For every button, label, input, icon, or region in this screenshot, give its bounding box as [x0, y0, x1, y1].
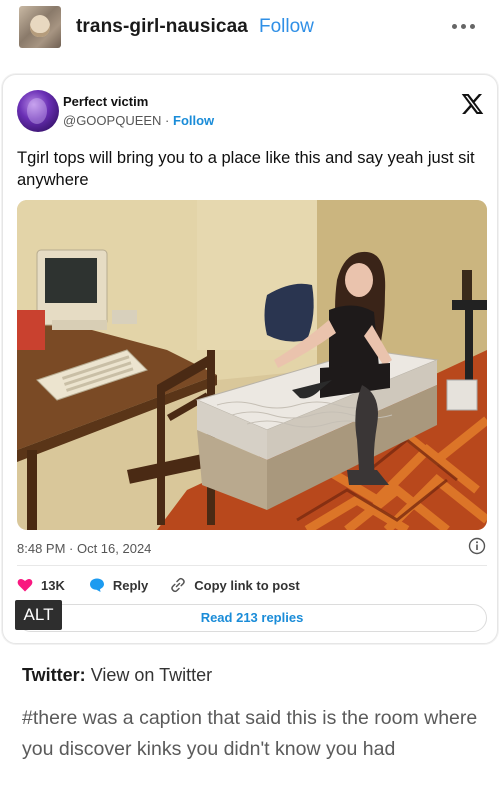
- like-button[interactable]: 13K: [17, 578, 89, 593]
- copy-link-label: Copy link to post: [194, 577, 300, 593]
- embed-source-line: Twitter: View on Twitter: [22, 665, 212, 686]
- tweet-actions: 13K Reply Copy link to post: [17, 575, 300, 595]
- tweet-timestamp[interactable]: 8:48 PM · Oct 16, 2024: [17, 541, 151, 556]
- view-on-twitter-link[interactable]: View on Twitter: [91, 665, 212, 685]
- heart-icon: [17, 578, 33, 592]
- alt-text-badge[interactable]: ALT: [15, 600, 62, 630]
- source-label: Twitter:: [22, 665, 86, 685]
- info-icon[interactable]: [468, 537, 486, 555]
- tweet-handle[interactable]: @GOOPQUEEN: [63, 113, 161, 128]
- post-header: trans-girl-nausicaa Follow: [0, 0, 500, 60]
- link-icon: [171, 577, 186, 593]
- tweet-photo[interactable]: [17, 200, 487, 530]
- read-replies-button[interactable]: Read 213 replies: [17, 604, 487, 632]
- tweet-handle-line: @GOOPQUEEN · Follow: [63, 113, 214, 128]
- post-tag[interactable]: #there was a caption that said this is t…: [22, 703, 478, 765]
- follow-blog-button[interactable]: Follow: [259, 16, 314, 38]
- embedded-tweet-card: Perfect victim @GOOPQUEEN · Follow Tgirl…: [2, 74, 498, 644]
- tweet-text: Tgirl tops will bring you to a place lik…: [17, 149, 475, 189]
- tweet-photo-illustration: [17, 200, 487, 530]
- tweet-follow-button[interactable]: Follow: [173, 113, 214, 128]
- handle-separator: ·: [161, 113, 173, 128]
- x-logo-icon[interactable]: [460, 92, 484, 116]
- blog-avatar[interactable]: [19, 6, 61, 48]
- tweet-divider: [17, 565, 487, 566]
- more-horizontal-icon[interactable]: [452, 18, 482, 34]
- reply-label: Reply: [112, 577, 149, 593]
- tweet-author-avatar[interactable]: [17, 90, 59, 132]
- like-count: 13K: [41, 577, 65, 593]
- reply-button[interactable]: Reply: [89, 577, 170, 593]
- blog-name[interactable]: trans-girl-nausicaa: [76, 16, 248, 38]
- tweet-display-name[interactable]: Perfect victim: [63, 94, 148, 109]
- reply-bubble-icon: [89, 578, 104, 592]
- copy-link-button[interactable]: Copy link to post: [170, 577, 300, 593]
